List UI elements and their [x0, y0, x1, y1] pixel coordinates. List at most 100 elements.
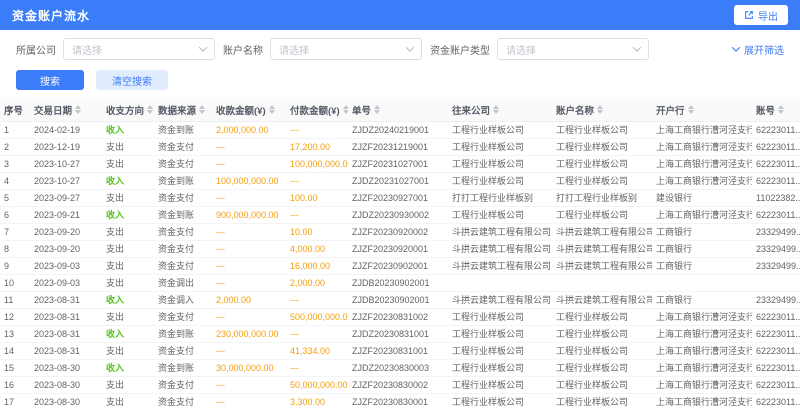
cell-receive: --- — [212, 189, 286, 206]
cell-no: 12 — [0, 308, 30, 325]
column-header-pay[interactable]: 付款金额(¥) — [286, 99, 348, 121]
cell-account_no: 23329499... — [752, 291, 800, 308]
sort-icon[interactable] — [597, 105, 603, 114]
export-button[interactable]: 导出 — [734, 5, 788, 25]
filter-account-type: 资金账户类型 请选择 — [430, 38, 649, 60]
table-row[interactable]: 32023-10-27支出资金支付---100,000,000.00ZJZF20… — [0, 155, 800, 172]
cell-receive: 100,000,000.00 — [212, 172, 286, 189]
cell-account_no — [752, 274, 800, 291]
cell-source: 资金到账 — [154, 359, 212, 376]
table-row[interactable]: 112023-08-31收入资金调入2,000.00---ZJDB2023090… — [0, 291, 800, 308]
column-header-bank[interactable]: 开户行 — [652, 99, 752, 121]
cell-pay: --- — [286, 172, 348, 189]
cell-no: 9 — [0, 257, 30, 274]
column-header-counterparty[interactable]: 往来公司 — [448, 99, 552, 121]
sort-icon[interactable] — [269, 105, 275, 114]
cell-source: 资金支付 — [154, 223, 212, 240]
table-row[interactable]: 162023-08-30支出资金支付---50,000,000.00ZJZF20… — [0, 376, 800, 393]
cell-order: ZJDZ20230930002 — [348, 206, 448, 223]
cell-pay: 3,300.00 — [286, 393, 348, 409]
column-header-direction[interactable]: 收支方向 — [102, 99, 154, 121]
cell-pay: 500,000,000.00 — [286, 308, 348, 325]
table-row[interactable]: 152023-08-30收入资金到账30,000,000.00---ZJDZ20… — [0, 359, 800, 376]
cell-order: ZJDB20230902001 — [348, 274, 448, 291]
table-row[interactable]: 92023-09-03支出资金支付---16,000.00ZJZF2023090… — [0, 257, 800, 274]
sort-icon[interactable] — [778, 105, 784, 114]
sort-icon[interactable] — [374, 105, 380, 114]
column-header-order[interactable]: 单号 — [348, 99, 448, 121]
cell-account_no: 11022382... — [752, 189, 800, 206]
cell-pay: 41,334.00 — [286, 342, 348, 359]
cell-bank: 上海工商银行漕河泾支行 — [652, 121, 752, 138]
company-select[interactable]: 请选择 — [63, 38, 215, 60]
cell-date: 2023-09-20 — [30, 240, 102, 257]
column-header-source[interactable]: 数据来源 — [154, 99, 212, 121]
cell-account_no: 62223011... — [752, 155, 800, 172]
cell-counterparty: 工程行业样板公司 — [448, 121, 552, 138]
column-header-date[interactable]: 交易日期 — [30, 99, 102, 121]
account-name-select-placeholder: 请选择 — [279, 42, 309, 57]
cell-source: 资金到账 — [154, 325, 212, 342]
cell-date: 2023-08-31 — [30, 291, 102, 308]
column-header-receive[interactable]: 收款金额(¥) — [212, 99, 286, 121]
table-header-row: 序号交易日期收支方向数据来源收款金额(¥)付款金额(¥)单号往来公司账户名称开户… — [0, 99, 800, 121]
cell-direction: 支出 — [102, 138, 154, 155]
cell-counterparty: 斗拱云建筑工程有限公司 — [448, 257, 552, 274]
cell-account: 工程行业样板公司 — [552, 121, 652, 138]
cell-receive: --- — [212, 138, 286, 155]
cell-no: 2 — [0, 138, 30, 155]
account-type-select-placeholder: 请选择 — [506, 42, 536, 57]
table-row[interactable]: 132023-08-31收入资金到账230,000,000.00---ZJDZ2… — [0, 325, 800, 342]
sort-icon[interactable] — [147, 105, 153, 114]
table-row[interactable]: 82023-09-20支出资金支付---4,000.00ZJZF20230920… — [0, 240, 800, 257]
clear-search-button[interactable]: 清空搜索 — [96, 70, 168, 90]
cell-date: 2023-09-20 — [30, 223, 102, 240]
cell-date: 2023-08-31 — [30, 325, 102, 342]
cell-no: 5 — [0, 189, 30, 206]
table-row[interactable]: 72023-09-20支出资金支付---10.00ZJZF20230920002… — [0, 223, 800, 240]
table-row[interactable]: 22023-12-19支出资金支付---17,200.00ZJZF2023121… — [0, 138, 800, 155]
table-row[interactable]: 42023-10-27收入资金到账100,000,000.00---ZJDZ20… — [0, 172, 800, 189]
column-header-account_no[interactable]: 账号 — [752, 99, 800, 121]
sort-icon[interactable] — [493, 105, 499, 114]
cell-counterparty: 工程行业样板公司 — [448, 206, 552, 223]
table-row[interactable]: 122023-08-31支出资金支付---500,000,000.00ZJZF2… — [0, 308, 800, 325]
sort-icon[interactable] — [199, 105, 205, 114]
account-type-select[interactable]: 请选择 — [497, 38, 649, 60]
table-row[interactable]: 102023-09-03支出资金调出---2,000.00ZJDB2023090… — [0, 274, 800, 291]
table-row[interactable]: 142023-08-31支出资金支付---41,334.00ZJZF202308… — [0, 342, 800, 359]
fund-account-flow-page: 资金账户流水 导出 所属公司 请选择 账户名称 请选择 — [0, 0, 800, 409]
cell-pay: 10.00 — [286, 223, 348, 240]
cell-order: ZJZF20230830001 — [348, 393, 448, 409]
expand-filter-button[interactable]: 展开筛选 — [733, 42, 788, 57]
cell-date: 2023-09-27 — [30, 189, 102, 206]
cell-direction: 支出 — [102, 189, 154, 206]
cell-receive: 2,000.00 — [212, 291, 286, 308]
table-row[interactable]: 52023-09-27支出资金支付---100.00ZJZF2023092700… — [0, 189, 800, 206]
cell-source: 资金支付 — [154, 308, 212, 325]
cell-bank: 上海工商银行漕河泾支行 — [652, 308, 752, 325]
column-header-account[interactable]: 账户名称 — [552, 99, 652, 121]
table-row[interactable]: 172023-08-30支出资金支付---3,300.00ZJZF2023083… — [0, 393, 800, 409]
cell-bank: 上海工商银行漕河泾支行 — [652, 155, 752, 172]
column-label: 序号 — [4, 103, 23, 117]
cell-source: 资金支付 — [154, 257, 212, 274]
sort-icon[interactable] — [75, 105, 81, 114]
search-button[interactable]: 搜索 — [16, 70, 84, 90]
cell-source: 资金到账 — [154, 172, 212, 189]
cell-pay: --- — [286, 325, 348, 342]
cell-date: 2023-08-30 — [30, 359, 102, 376]
cell-account: 斗拱云建筑工程有限公司 — [552, 223, 652, 240]
account-name-select[interactable]: 请选择 — [270, 38, 422, 60]
sort-icon[interactable] — [688, 105, 694, 114]
cell-counterparty — [448, 274, 552, 291]
table-row[interactable]: 62023-09-21收入资金到账900,000,000.00---ZJDZ20… — [0, 206, 800, 223]
cell-counterparty: 工程行业样板公司 — [448, 342, 552, 359]
table-row[interactable]: 12024-02-19收入资金到账2,000,000.00---ZJDZ2024… — [0, 121, 800, 138]
cell-date: 2023-09-21 — [30, 206, 102, 223]
cell-account: 工程行业样板公司 — [552, 393, 652, 409]
cell-no: 11 — [0, 291, 30, 308]
filter-account-name: 账户名称 请选择 — [223, 38, 422, 60]
sort-icon[interactable] — [343, 105, 348, 114]
cell-bank: 工商银行 — [652, 223, 752, 240]
